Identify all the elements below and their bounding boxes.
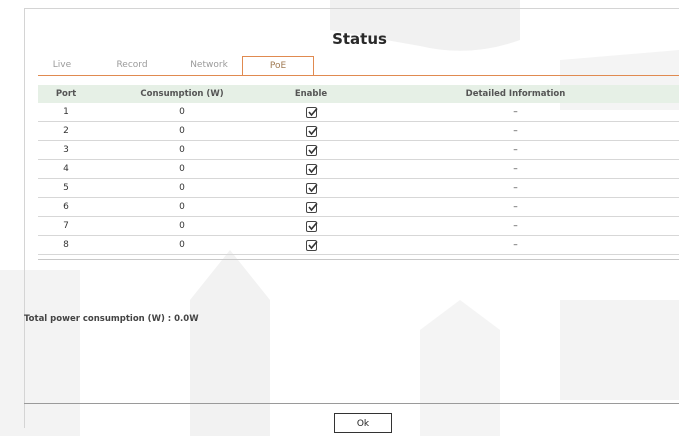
port-detail: –	[513, 164, 518, 174]
port-detail: –	[513, 221, 518, 231]
port-number: 5	[63, 183, 69, 193]
table-row: 1 0 –	[38, 103, 679, 122]
port-number: 4	[63, 164, 69, 174]
port-number: 2	[63, 126, 69, 136]
port-number: 7	[63, 221, 69, 231]
table-row: 6 0 –	[38, 198, 679, 217]
enable-cell	[270, 144, 352, 156]
table-row: 3 0 –	[38, 141, 679, 160]
header-enable: Enable	[294, 89, 328, 99]
port-consumption: 0	[179, 107, 185, 117]
table-row: 7 0 –	[38, 217, 679, 236]
port-number: 3	[63, 145, 69, 155]
port-detail: –	[513, 183, 518, 193]
status-dialog: Status Live Record Network PoE Port Cons…	[0, 0, 679, 436]
enable-checkbox[interactable]	[305, 182, 318, 194]
enable-checkbox[interactable]	[305, 220, 318, 232]
tab-underline	[38, 75, 679, 76]
ok-button[interactable]: Ok	[334, 413, 392, 433]
enable-checkbox[interactable]	[305, 125, 318, 137]
table-bottom-divider	[38, 259, 679, 260]
poe-table: Port Consumption (W) Enable Detailed Inf…	[38, 85, 679, 255]
table-header: Port Consumption (W) Enable Detailed Inf…	[38, 85, 679, 103]
tab-network[interactable]: Network	[178, 56, 240, 75]
header-port: Port	[55, 89, 77, 99]
table-row: 2 0 –	[38, 122, 679, 141]
port-detail: –	[513, 145, 518, 155]
footer-divider	[24, 403, 679, 404]
port-consumption: 0	[179, 221, 185, 231]
enable-cell	[270, 201, 352, 213]
enable-checkbox[interactable]	[305, 201, 318, 213]
tab-poe[interactable]: PoE	[242, 56, 314, 75]
enable-cell	[270, 182, 352, 194]
total-power-consumption: Total power consumption (W) : 0.0W	[24, 314, 199, 324]
header-detail: Detailed Information	[465, 89, 566, 99]
port-detail: –	[513, 202, 518, 212]
frame-top-border	[24, 8, 679, 9]
enable-cell	[270, 106, 352, 118]
tab-record[interactable]: Record	[86, 56, 178, 75]
table-row: 5 0 –	[38, 179, 679, 198]
table-row: 8 0 –	[38, 236, 679, 255]
port-number: 1	[63, 107, 69, 117]
enable-checkbox[interactable]	[305, 144, 318, 156]
enable-checkbox[interactable]	[305, 106, 318, 118]
port-consumption: 0	[179, 240, 185, 250]
enable-checkbox[interactable]	[305, 239, 318, 251]
port-consumption: 0	[179, 164, 185, 174]
port-consumption: 0	[179, 202, 185, 212]
enable-cell	[270, 239, 352, 251]
port-detail: –	[513, 240, 518, 250]
port-detail: –	[513, 107, 518, 117]
port-number: 8	[63, 240, 69, 250]
table-body: 1 0 – 2 0 – 3 0 – 4 0 – 5 0 – 6 0 – 7 0 – 8 0 –	[38, 103, 679, 255]
tab-bar: Live Record Network PoE	[38, 56, 314, 76]
header-consumption: Consumption (W)	[140, 89, 224, 99]
port-consumption: 0	[179, 183, 185, 193]
port-detail: –	[513, 126, 518, 136]
enable-cell	[270, 125, 352, 137]
port-number: 6	[63, 202, 69, 212]
frame-left-border	[24, 8, 25, 428]
enable-checkbox[interactable]	[305, 163, 318, 175]
port-consumption: 0	[179, 126, 185, 136]
port-consumption: 0	[179, 145, 185, 155]
tab-live[interactable]: Live	[38, 56, 86, 75]
dialog-title: Status	[332, 30, 387, 48]
enable-cell	[270, 220, 352, 232]
table-row: 4 0 –	[38, 160, 679, 179]
enable-cell	[270, 163, 352, 175]
